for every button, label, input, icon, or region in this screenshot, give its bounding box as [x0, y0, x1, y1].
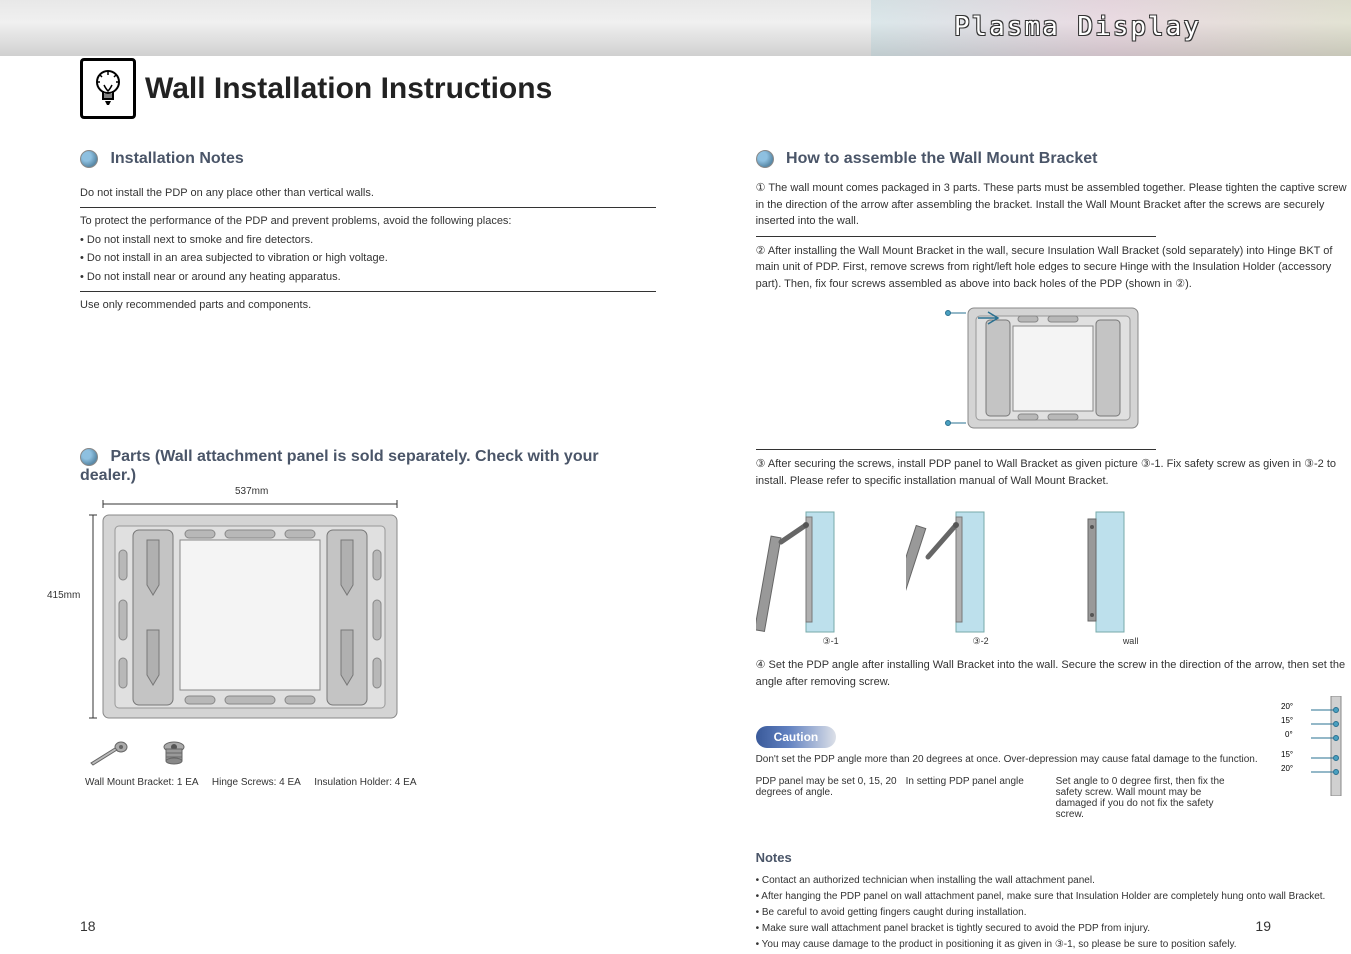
- step-2: ② After installing the Wall Mount Bracke…: [756, 243, 1351, 293]
- note-item: To protect the performance of the PDP an…: [80, 208, 656, 292]
- install-notes-title: Installation Notes: [110, 150, 243, 167]
- screw-icon: [85, 739, 129, 769]
- bullet-icon: [80, 448, 98, 466]
- angle-note-1: PDP panel may be set 0, 15, 20 degrees o…: [756, 776, 906, 820]
- install-notes-heading: Installation Notes: [80, 150, 656, 168]
- parts-labels: Wall Mount Bracket: 1 EA Hinge Screws: 4…: [85, 777, 656, 788]
- parts-title: Parts (Wall attachment panel is sold sep…: [80, 449, 599, 484]
- header-decoration: Plasma Display: [871, 0, 1351, 56]
- lightbulb-icon: [80, 58, 136, 119]
- caution-label: Caution: [756, 726, 837, 748]
- assembly-heading: How to assemble the Wall Mount Bracket: [756, 150, 1351, 168]
- bullet-icon: [756, 150, 774, 168]
- page-number-left: 18: [80, 918, 96, 934]
- step-3: ③ After securing the screws, install PDP…: [756, 456, 1351, 489]
- angle-holes-diagram: 20° 15° 0° 15° 20°: [1291, 696, 1351, 801]
- angle-note-3: Set angle to 0 degree first, then fix th…: [1056, 776, 1226, 820]
- angle-diagrams: ③-1 ③-2 wall: [756, 507, 1351, 647]
- caution-text: Don't set the PDP angle more than 20 deg…: [756, 752, 1271, 768]
- holder-icon: [159, 739, 189, 769]
- bullet-icon: [80, 150, 98, 168]
- angle-note-2: In setting PDP panel angle: [906, 776, 1056, 820]
- header-title: Plasma Display: [954, 12, 1201, 42]
- install-notes-list: Do not install the PDP on any place othe…: [80, 180, 656, 318]
- page-number-right: 19: [1255, 918, 1271, 934]
- assembly-diagram-1: [756, 298, 1351, 443]
- parts-heading: Parts (Wall attachment panel is sold sep…: [80, 448, 656, 484]
- dim-height-label: 415mm: [47, 590, 80, 601]
- step-4: ④ Set the PDP angle after installing Wal…: [756, 657, 1351, 690]
- assembly-title: How to assemble the Wall Mount Bracket: [786, 150, 1097, 167]
- page-title: Wall Installation Instructions: [145, 72, 552, 106]
- note-item: Do not install the PDP on any place othe…: [80, 180, 656, 208]
- header-bar: Plasma Display: [0, 0, 1351, 56]
- bracket-diagram: 537mm 415mm: [85, 500, 656, 788]
- final-notes: Notes • Contact an authorized technician…: [756, 848, 1351, 953]
- note-item: Use only recommended parts and component…: [80, 292, 656, 319]
- dim-width-label: 537mm: [235, 486, 268, 497]
- step-1: ① The wall mount comes packaged in 3 par…: [756, 180, 1351, 230]
- notes-heading: Notes: [756, 848, 1351, 869]
